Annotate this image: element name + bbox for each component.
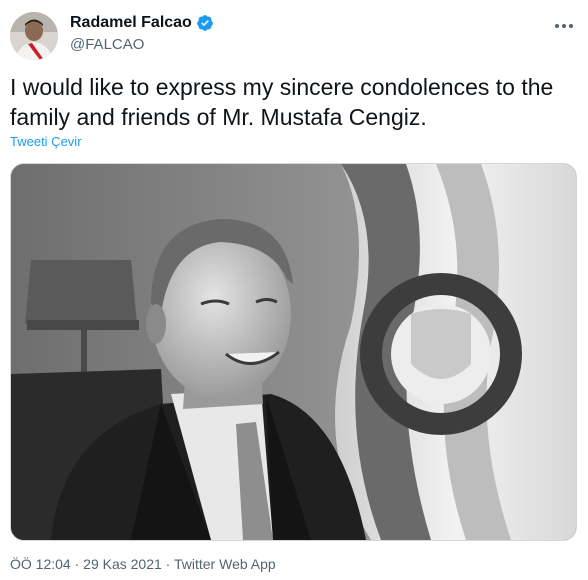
verified-badge-icon xyxy=(196,14,214,32)
tweet-date[interactable]: 29 Kas 2021 xyxy=(83,556,162,572)
meta-separator: · xyxy=(74,556,80,572)
author-name-row: Radamel Falcao xyxy=(70,14,214,32)
translate-tweet-link[interactable]: Tweeti Çevir xyxy=(10,134,82,149)
more-options-icon[interactable] xyxy=(552,16,576,36)
avatar[interactable] xyxy=(10,12,58,60)
tweet-metadata: ÖÖ 12:04 · 29 Kas 2021 · Twitter Web App xyxy=(10,556,276,572)
tweet-header: Radamel Falcao @FALCAO xyxy=(10,10,578,60)
tweet-text: I would like to express my sincere condo… xyxy=(10,74,554,130)
tweet-time[interactable]: ÖÖ 12:04 xyxy=(10,556,71,572)
tweet-source[interactable]: Twitter Web App xyxy=(174,556,276,572)
author-handle[interactable]: @FALCAO xyxy=(70,36,144,53)
meta-separator: · xyxy=(165,556,171,572)
author-name[interactable]: Radamel Falcao xyxy=(70,14,192,32)
tweet-photo[interactable] xyxy=(10,163,577,541)
